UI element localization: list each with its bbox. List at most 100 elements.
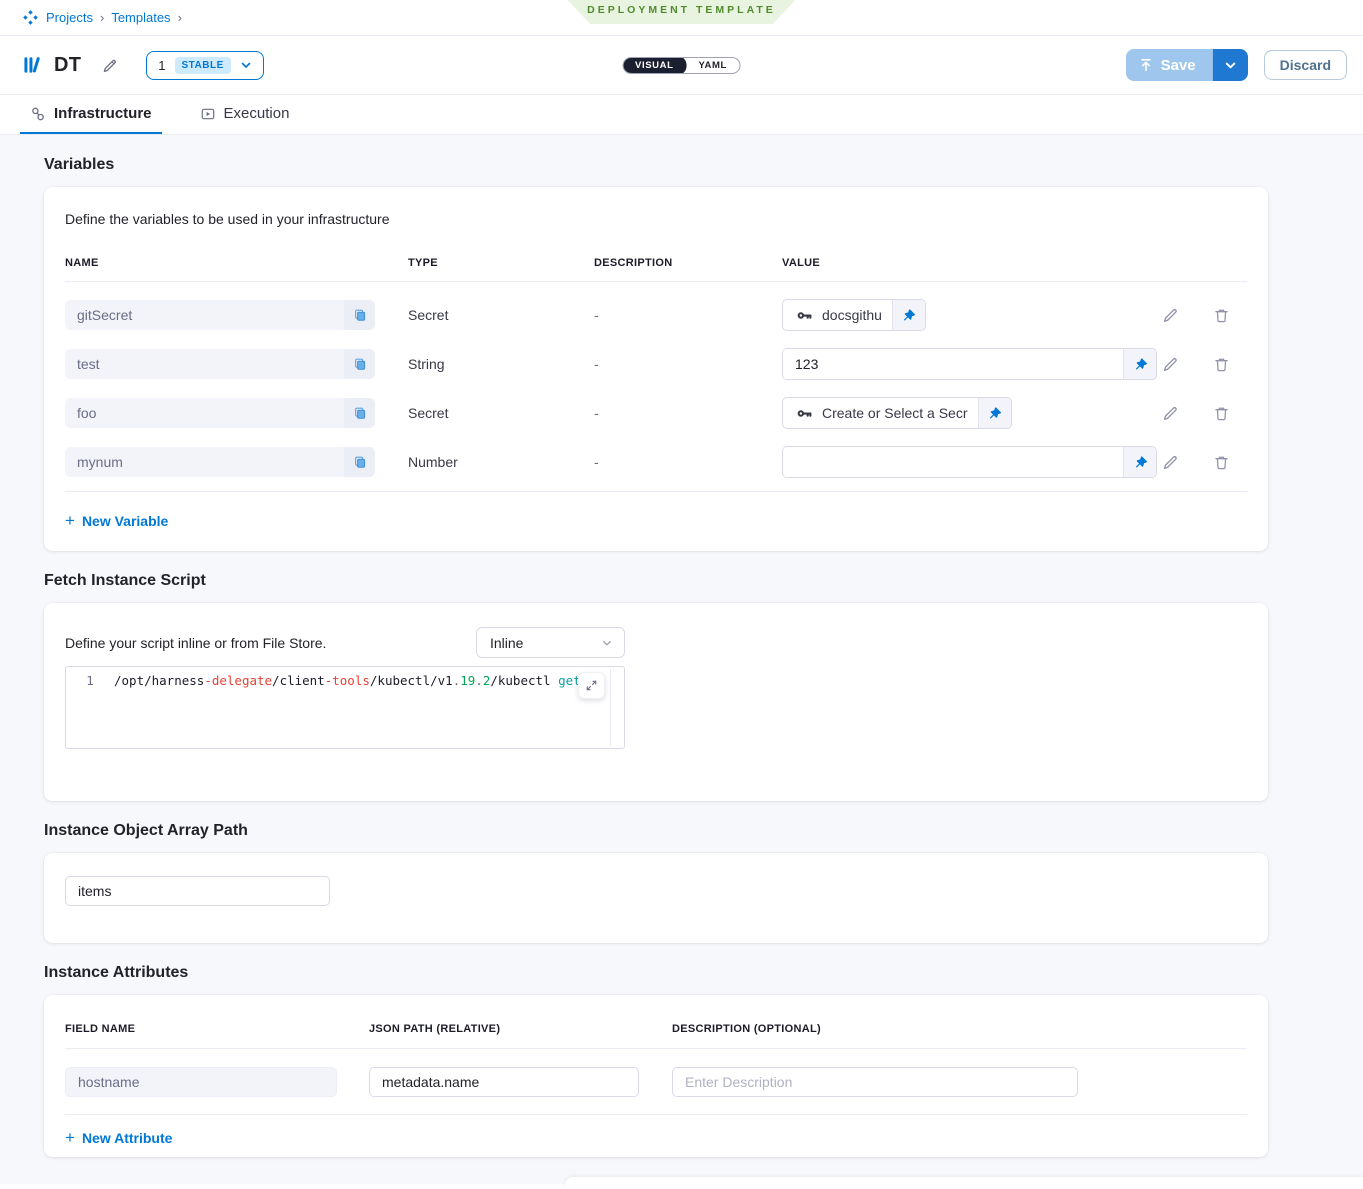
breadcrumb-separator: › bbox=[178, 10, 182, 25]
pin-icon[interactable] bbox=[1123, 349, 1156, 379]
infrastructure-icon bbox=[30, 106, 46, 122]
plus-icon: + bbox=[65, 512, 75, 529]
table-divider bbox=[65, 491, 1247, 492]
new-attribute-button[interactable]: + New Attribute bbox=[65, 1129, 172, 1146]
column-header-value: VALUE bbox=[782, 257, 1157, 269]
tab-execution[interactable]: Execution bbox=[190, 95, 300, 134]
delete-variable-icon[interactable] bbox=[1211, 304, 1232, 326]
key-icon bbox=[796, 307, 813, 324]
variable-description: - bbox=[594, 405, 782, 421]
delete-variable-icon[interactable] bbox=[1211, 402, 1232, 424]
variable-row: Secret - docsgithu bbox=[65, 299, 1247, 331]
variable-type: Secret bbox=[408, 405, 594, 421]
save-button[interactable]: Save bbox=[1126, 49, 1212, 81]
version-selector[interactable]: 1 STABLE bbox=[146, 51, 264, 80]
fetch-script-description: Define your script inline or from File S… bbox=[65, 635, 476, 651]
save-split-button: Save bbox=[1126, 49, 1248, 81]
attribute-json-path-input[interactable] bbox=[369, 1067, 639, 1097]
breadcrumb: Projects › Templates › bbox=[22, 9, 182, 26]
copy-icon[interactable] bbox=[344, 398, 375, 428]
fetch-script-card: Define your script inline or from File S… bbox=[44, 603, 1268, 801]
breadcrumb-separator: › bbox=[100, 10, 104, 25]
column-header-description: DESCRIPTION bbox=[594, 257, 782, 269]
delete-variable-icon[interactable] bbox=[1211, 451, 1232, 473]
main-content: Variables Define the variables to be use… bbox=[0, 135, 1363, 1184]
secret-select-chip[interactable]: Create or Select a Secr bbox=[782, 397, 1012, 429]
instance-attributes-card: FIELD NAME JSON PATH (RELATIVE) DESCRIPT… bbox=[44, 995, 1268, 1157]
secret-select-chip[interactable]: docsgithu bbox=[782, 299, 926, 331]
edit-variable-icon[interactable] bbox=[1159, 402, 1181, 424]
variable-name-field bbox=[65, 447, 375, 477]
copy-icon[interactable] bbox=[344, 300, 375, 330]
row-actions bbox=[1157, 353, 1247, 375]
variable-type: Secret bbox=[408, 307, 594, 323]
chevron-down-icon bbox=[601, 637, 613, 649]
row-actions bbox=[1157, 451, 1247, 473]
save-dropdown-button[interactable] bbox=[1212, 49, 1248, 81]
script-code-editor[interactable]: 1 /opt/harness-delegate/client-tools/kub… bbox=[65, 666, 625, 749]
version-number: 1 bbox=[158, 58, 165, 73]
breadcrumb-link-projects[interactable]: Projects bbox=[46, 10, 93, 25]
edit-variable-icon[interactable] bbox=[1159, 304, 1181, 326]
tabs-bar: Infrastructure Execution bbox=[0, 95, 1363, 135]
variables-section-title: Variables bbox=[44, 135, 1363, 187]
expand-icon bbox=[585, 679, 598, 692]
template-library-icon bbox=[22, 54, 44, 76]
attribute-row bbox=[65, 1067, 1247, 1097]
toggle-yaml[interactable]: YAML bbox=[685, 57, 739, 74]
edit-title-button[interactable] bbox=[99, 55, 120, 76]
line-number: 1 bbox=[66, 673, 114, 688]
variable-value-field bbox=[782, 348, 1157, 380]
toggle-visual[interactable]: VISUAL bbox=[622, 57, 686, 74]
pin-icon[interactable] bbox=[892, 300, 925, 330]
array-path-input[interactable] bbox=[65, 876, 330, 906]
discard-button[interactable]: Discard bbox=[1264, 50, 1347, 80]
delete-variable-icon[interactable] bbox=[1211, 353, 1232, 375]
variable-value-input[interactable] bbox=[783, 349, 1123, 379]
script-source-select[interactable]: Inline bbox=[476, 627, 625, 658]
attribute-description-input[interactable] bbox=[672, 1067, 1078, 1097]
pin-icon[interactable] bbox=[1123, 447, 1156, 477]
attributes-section-title: Instance Attributes bbox=[44, 943, 1363, 995]
visual-yaml-toggle: VISUAL YAML bbox=[622, 57, 741, 74]
secret-chip-label: docsgithu bbox=[822, 307, 882, 323]
editor-scrollbar[interactable] bbox=[610, 669, 611, 746]
breadcrumb-link-templates[interactable]: Templates bbox=[111, 10, 170, 25]
new-variable-button[interactable]: + New Variable bbox=[65, 512, 168, 529]
tab-infrastructure-label: Infrastructure bbox=[54, 105, 152, 122]
variable-value-input[interactable] bbox=[783, 447, 1123, 477]
column-header-type: TYPE bbox=[408, 257, 594, 269]
fetch-script-section-title: Fetch Instance Script bbox=[44, 551, 1363, 603]
variables-card: Define the variables to be used in your … bbox=[44, 187, 1268, 551]
edit-variable-icon[interactable] bbox=[1159, 353, 1181, 375]
tab-infrastructure[interactable]: Infrastructure bbox=[20, 95, 162, 134]
copy-icon[interactable] bbox=[344, 349, 375, 379]
variable-row: Number - bbox=[65, 446, 1247, 478]
code-line-content: /opt/harness-delegate/client-tools/kubec… bbox=[114, 673, 581, 688]
attribute-field-name-input bbox=[65, 1067, 337, 1097]
pin-icon[interactable] bbox=[978, 398, 1011, 428]
variables-description: Define the variables to be used in your … bbox=[65, 211, 1247, 227]
variable-name-input bbox=[65, 349, 344, 379]
column-header-description-optional: DESCRIPTION (OPTIONAL) bbox=[672, 1023, 1247, 1035]
chevron-down-icon bbox=[240, 59, 252, 71]
tab-execution-label: Execution bbox=[224, 105, 290, 122]
new-variable-label: New Variable bbox=[82, 513, 168, 529]
execution-play-icon bbox=[200, 106, 216, 122]
code-line: 1 /opt/harness-delegate/client-tools/kub… bbox=[66, 667, 624, 688]
save-button-label: Save bbox=[1161, 57, 1196, 74]
column-header-field-name: FIELD NAME bbox=[65, 1023, 369, 1035]
copy-icon[interactable] bbox=[344, 447, 375, 477]
plus-icon: + bbox=[65, 1129, 75, 1146]
array-path-section-title: Instance Object Array Path bbox=[44, 801, 1363, 853]
edit-variable-icon[interactable] bbox=[1159, 451, 1181, 473]
variable-row: String - bbox=[65, 348, 1247, 380]
projects-icon bbox=[22, 9, 39, 26]
variable-name-field bbox=[65, 300, 375, 330]
variable-name-input bbox=[65, 300, 344, 330]
deployment-template-banner: DEPLOYMENT TEMPLATE bbox=[568, 0, 796, 24]
expand-editor-button[interactable] bbox=[578, 672, 605, 699]
variable-row: Secret - Create or Select a Secr bbox=[65, 397, 1247, 429]
upload-arrow-icon bbox=[1139, 58, 1153, 72]
secret-chip-label: Create or Select a Secr bbox=[822, 405, 968, 421]
